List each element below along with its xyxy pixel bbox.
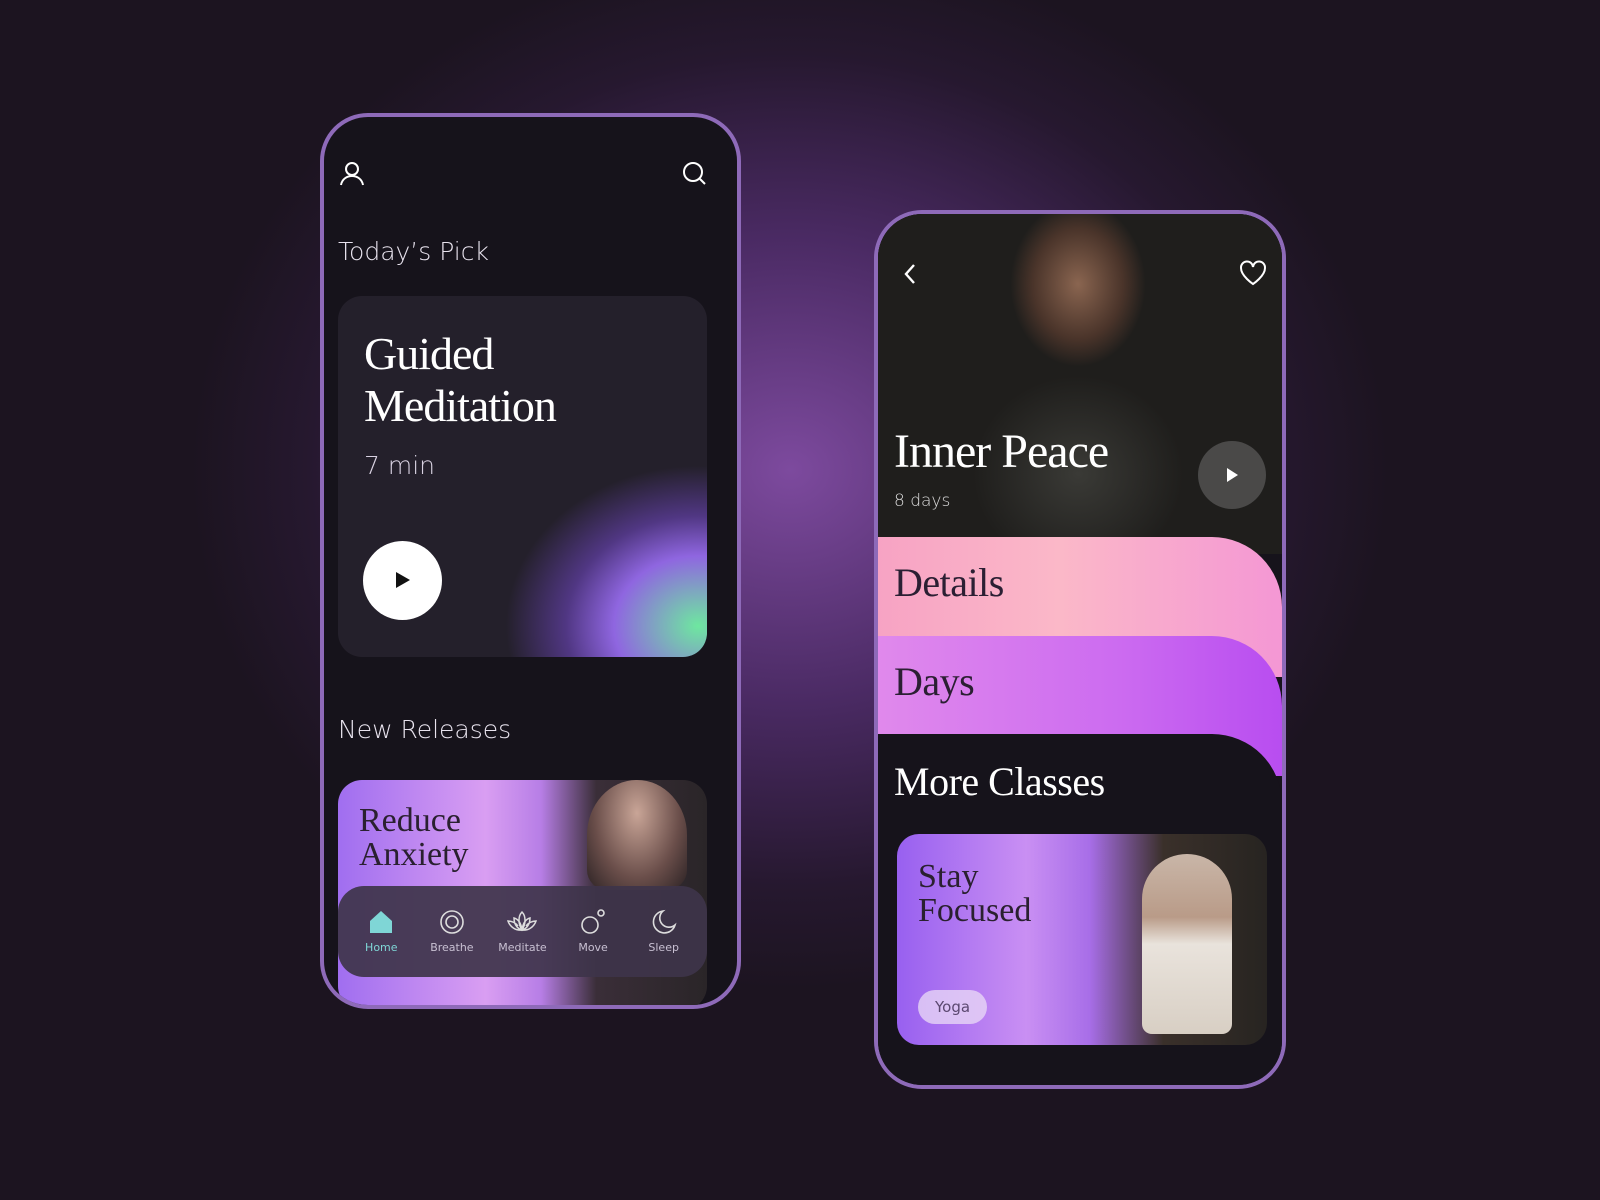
todays-pick-heading: Today’s Pick	[338, 237, 489, 266]
breathe-icon	[440, 910, 464, 934]
class-tag: Yoga	[918, 990, 988, 1024]
nav-label: Breathe	[430, 941, 474, 954]
play-icon	[396, 572, 410, 588]
nav-label: Home	[365, 941, 398, 954]
home-icon	[370, 911, 393, 933]
featured-duration: 7 min	[364, 451, 435, 480]
play-icon	[1227, 468, 1238, 482]
class-image	[1142, 854, 1232, 1034]
profile-icon[interactable]	[339, 160, 365, 186]
play-button[interactable]	[363, 541, 442, 620]
play-button[interactable]	[1198, 441, 1266, 509]
tab-label: Details	[894, 560, 1004, 605]
nav-meditate[interactable]: Meditate	[490, 909, 554, 954]
moon-icon	[652, 909, 677, 934]
nav-label: Move	[578, 941, 608, 954]
class-title: Stay Focused	[918, 858, 1032, 929]
home-screen: Today’s Pick Guided Meditation 7 min New…	[320, 113, 741, 1009]
program-title: Inner Peace	[894, 425, 1109, 478]
new-releases-heading: New Releases	[338, 715, 512, 744]
nav-label: Meditate	[498, 941, 547, 954]
detail-screen: Inner Peace 8 days Details Days More Cla…	[874, 210, 1286, 1089]
back-icon[interactable]	[902, 262, 918, 286]
nav-sleep[interactable]: Sleep	[632, 909, 696, 954]
bottom-nav: Home Breathe Meditate Move Sleep	[338, 886, 707, 977]
nav-label: Sleep	[648, 941, 679, 954]
featured-card[interactable]: Guided Meditation 7 min	[338, 296, 707, 657]
featured-title: Guided Meditation	[364, 328, 557, 431]
lotus-icon	[507, 910, 538, 932]
move-icon	[581, 909, 605, 934]
search-icon[interactable]	[681, 160, 707, 186]
nav-breathe[interactable]: Breathe	[420, 909, 484, 954]
release-image	[587, 780, 687, 890]
nav-home[interactable]: Home	[349, 909, 413, 954]
heart-icon[interactable]	[1239, 260, 1267, 286]
tab-label: Days	[894, 659, 975, 704]
class-card[interactable]: Stay Focused Yoga	[897, 834, 1267, 1045]
nav-move[interactable]: Move	[561, 909, 625, 954]
release-title: Reduce Anxiety	[359, 802, 469, 873]
more-classes-heading: More Classes	[894, 759, 1105, 804]
program-duration: 8 days	[894, 491, 951, 511]
